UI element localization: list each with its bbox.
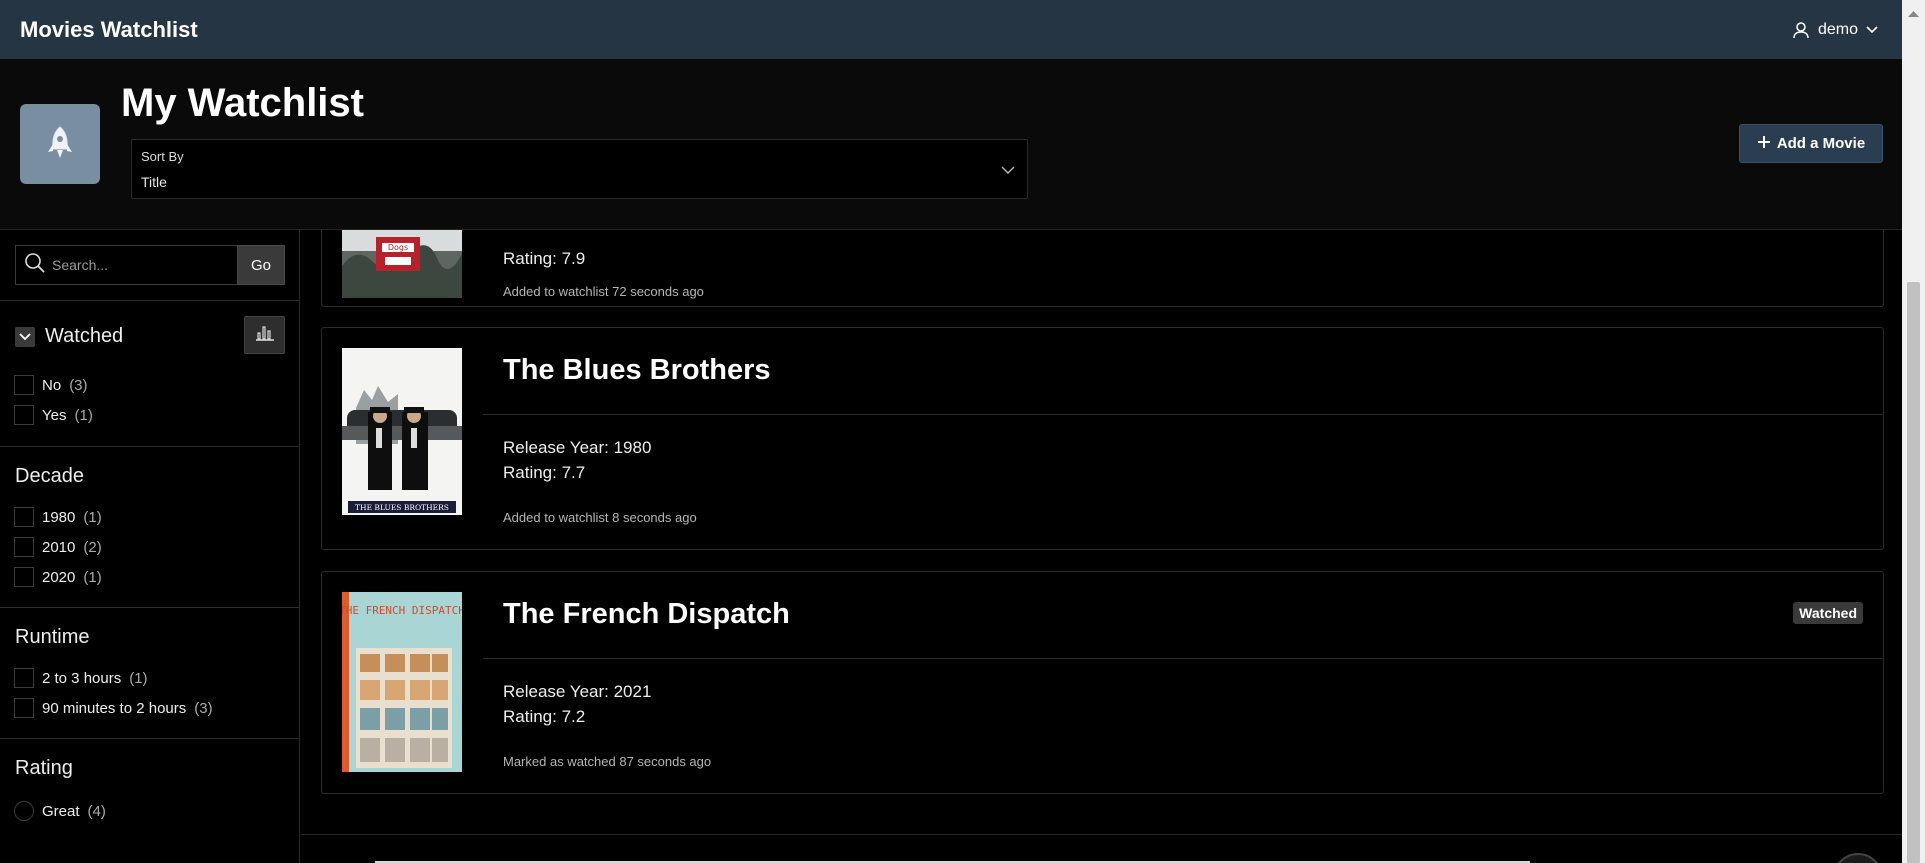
movie-title[interactable]: The French Dispatch — [503, 598, 790, 631]
poster-text: THE FRENCH DISPATCH — [342, 604, 462, 617]
facet-option[interactable]: 2 to 3 hours (1) — [14, 668, 148, 688]
movie-rating: Rating: 7.2 — [503, 707, 586, 726]
facet-runtime: Runtime 2 to 3 hours (1) 90 minutes to 2… — [0, 607, 300, 738]
app-root: Movies Watchlist demo My Watchlist Sort … — [0, 0, 1925, 863]
chevron-down-icon — [1866, 25, 1878, 34]
facet-title: Decade — [15, 465, 84, 487]
option-count: (1) — [83, 508, 102, 526]
option-count: (2) — [83, 538, 102, 556]
movie-card[interactable]: THE BLUES BROTHERS The Blues Brothers Re… — [321, 327, 1884, 550]
facet-watched-header[interactable]: Watched — [15, 325, 123, 348]
pagination-area — [301, 834, 1902, 863]
checkbox[interactable] — [14, 698, 34, 718]
search-input[interactable] — [52, 257, 232, 273]
option-count: (3) — [69, 376, 88, 394]
facet-watched: Watched No (3) Yes (1) — [0, 300, 300, 446]
option-count: (1) — [74, 406, 93, 424]
checkbox[interactable] — [14, 668, 34, 688]
facet-title: Watched — [45, 325, 124, 347]
sort-by-select[interactable]: Sort By Title — [131, 139, 1028, 199]
user-name: demo — [1817, 20, 1858, 38]
option-count: (1) — [83, 568, 102, 586]
chevron-down-icon — [1001, 162, 1015, 180]
checkbox[interactable] — [14, 375, 34, 395]
facet-option[interactable]: 90 minutes to 2 hours (3) — [14, 698, 213, 718]
vertical-scrollbar[interactable] — [1902, 0, 1925, 863]
movie-card[interactable]: THE FRENCH DISPATCH The French Dispatch … — [321, 571, 1884, 794]
add-movie-label: Add a Movie — [1776, 135, 1866, 152]
bar-chart-icon — [255, 325, 275, 346]
option-count: (3) — [194, 699, 213, 717]
movie-rating: Rating: 7.9 — [503, 249, 586, 268]
sort-by-label: Sort By — [141, 149, 184, 164]
facet-option[interactable]: Great (4) — [14, 801, 106, 821]
option-label: 2010 — [42, 538, 76, 556]
checkbox[interactable] — [14, 507, 34, 527]
rocket-icon — [20, 104, 100, 184]
poster-text: THE BLUES BROTHERS — [355, 503, 449, 512]
movie-poster[interactable]: THE BLUES BROTHERS — [342, 348, 462, 515]
checkbox[interactable] — [14, 405, 34, 425]
option-count: (1) — [129, 669, 148, 687]
option-label: 2 to 3 hours — [42, 669, 122, 687]
add-movie-button[interactable]: Add a Movie — [1739, 124, 1883, 163]
option-label: Yes — [42, 406, 67, 424]
plus-icon — [1757, 135, 1771, 153]
radio-button[interactable] — [14, 801, 34, 821]
option-label: Great — [42, 802, 80, 820]
divider — [483, 658, 1883, 659]
movie-card[interactable]: Dogs Rating: 7.9 Added to watchlist 72 s… — [321, 230, 1884, 307]
movie-release-year: Release Year: 1980 — [503, 438, 652, 457]
app-title[interactable]: Movies Watchlist — [20, 17, 198, 43]
top-navigation-bar: Movies Watchlist demo — [0, 0, 1902, 59]
user-icon — [1792, 21, 1810, 39]
facet-option[interactable]: 1980 (1) — [14, 507, 102, 527]
movie-added-time: Added to watchlist 8 seconds ago — [503, 510, 697, 525]
bar-chart-button[interactable] — [244, 316, 285, 354]
option-label: 2020 — [42, 568, 76, 586]
option-label: No — [42, 376, 62, 394]
facet-decade: Decade 1980 (1) 2010 (2) 2020 (1) — [0, 446, 300, 607]
search-icon — [24, 252, 46, 279]
filter-sidebar: Go Watched No (3) Yes — [0, 230, 300, 863]
movie-poster[interactable]: Dogs — [342, 230, 462, 298]
option-label: 90 minutes to 2 hours — [42, 699, 187, 717]
divider — [483, 414, 1883, 415]
facet-option[interactable]: 2020 (1) — [14, 567, 102, 587]
page-header: My Watchlist Sort By Title Add a Movie — [0, 59, 1902, 230]
page-title: My Watchlist — [121, 81, 364, 125]
movie-marked-time: Marked as watched 87 seconds ago — [503, 754, 712, 769]
checkbox[interactable] — [14, 537, 34, 557]
collapse-toggle[interactable] — [15, 326, 35, 347]
option-label: 1980 — [42, 508, 76, 526]
facet-option[interactable]: No (3) — [14, 375, 88, 395]
checkbox[interactable] — [14, 567, 34, 587]
search-field[interactable] — [15, 245, 237, 285]
facet-title: Rating — [15, 757, 73, 779]
movie-rating: Rating: 7.7 — [503, 463, 586, 482]
scroll-up-arrow-icon[interactable] — [1908, 4, 1919, 22]
facet-option[interactable]: Yes (1) — [14, 405, 93, 425]
facet-rating: Rating Great (4) — [0, 738, 300, 863]
sort-by-value: Title — [141, 174, 167, 190]
user-menu[interactable]: demo — [1792, 21, 1878, 39]
facet-title: Runtime — [15, 626, 90, 648]
movie-list: Dogs Rating: 7.9 Added to watchlist 72 s… — [301, 230, 1902, 863]
movie-added-time: Added to watchlist 72 seconds ago — [503, 284, 704, 299]
watched-badge: Watched — [1793, 602, 1863, 624]
poster-text: Dogs — [388, 243, 408, 252]
search-go-button[interactable]: Go — [237, 245, 285, 285]
search-row: Go — [15, 245, 285, 285]
option-count: (4) — [87, 802, 106, 820]
facet-option[interactable]: 2010 (2) — [14, 537, 102, 557]
movie-release-year: Release Year: 2021 — [503, 682, 652, 701]
movie-poster[interactable]: THE FRENCH DISPATCH — [342, 592, 462, 772]
scrollbar-thumb[interactable] — [1907, 282, 1920, 863]
movie-title[interactable]: The Blues Brothers — [503, 354, 771, 387]
